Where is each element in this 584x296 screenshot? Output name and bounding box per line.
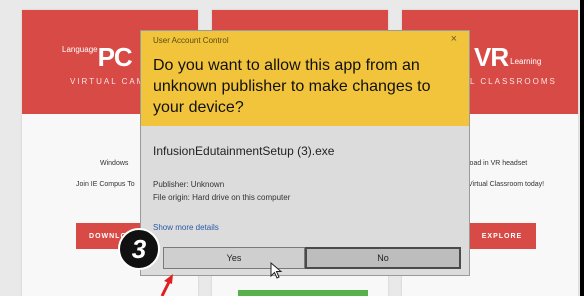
mouse-pointer-icon xyxy=(270,262,283,279)
uac-header: User Account Control × Do you want to al… xyxy=(141,31,469,126)
app-filename: InfusionEdutainmentSetup (3).exe xyxy=(153,144,335,158)
card-text-platform: Windows xyxy=(100,160,129,167)
card-title: VR Learning xyxy=(474,42,541,73)
card-title-small: Learning xyxy=(510,57,542,66)
file-origin-text: File origin: Hard drive on this computer xyxy=(153,193,291,202)
step-number-badge: 3 xyxy=(118,228,160,270)
card-text-join: Join IE Compus To xyxy=(76,181,135,188)
cta-button[interactable] xyxy=(238,290,368,296)
card-subtitle: L CLASSROOMS xyxy=(470,77,557,86)
card-title-big: VR xyxy=(474,42,509,72)
card-title: LanguagePC xyxy=(62,42,133,73)
uac-caption: User Account Control xyxy=(153,36,229,45)
card-title-small: Language xyxy=(62,45,98,54)
card-subtitle: VIRTUAL CAM xyxy=(70,77,146,86)
card-text-classroom: Virtual Classroom today! xyxy=(468,181,545,188)
card-text-download: load in VR headset xyxy=(468,160,528,167)
card-title-big: PC xyxy=(97,42,133,72)
publisher-text: Publisher: Unknown xyxy=(153,180,225,189)
explore-button[interactable]: EXPLORE xyxy=(468,223,536,249)
uac-question: Do you want to allow this app from an un… xyxy=(153,57,431,116)
browser-page: LanguagePC VIRTUAL CAM Windows Join IE C… xyxy=(0,0,580,296)
uac-dialog: User Account Control × Do you want to al… xyxy=(140,30,470,276)
close-icon[interactable]: × xyxy=(451,33,457,45)
no-button[interactable]: No xyxy=(305,247,461,269)
no-button-label: No xyxy=(377,253,389,263)
show-more-details-link[interactable]: Show more details xyxy=(153,223,219,232)
yes-button-label: Yes xyxy=(226,253,242,263)
red-arrow-icon xyxy=(160,274,173,296)
